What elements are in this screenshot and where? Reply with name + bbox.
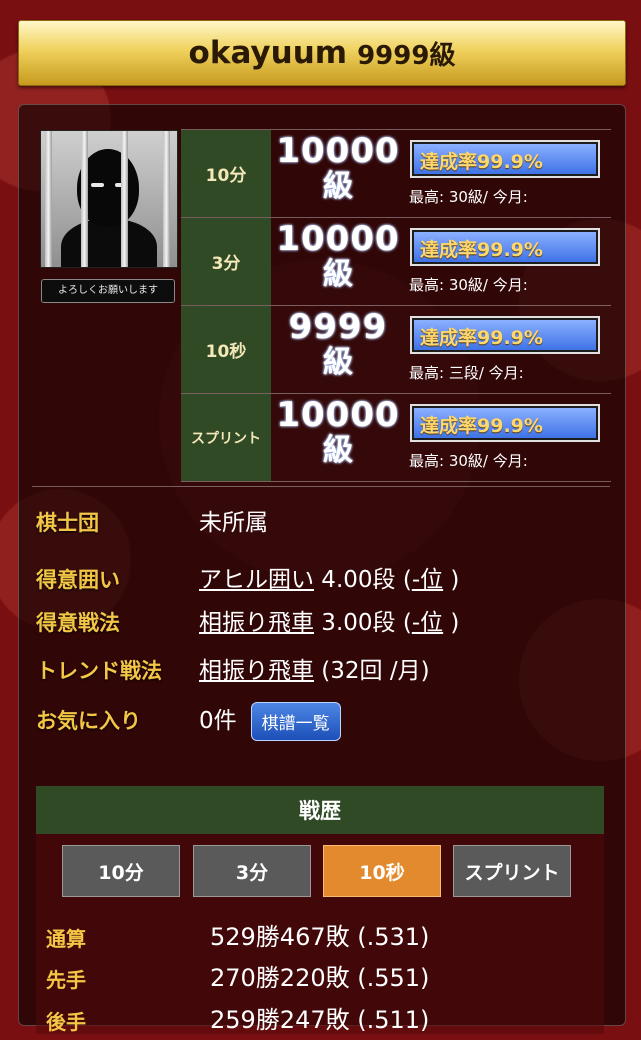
trend-link[interactable]: 相振り飛車 — [199, 658, 314, 684]
strategy-row: 得意戦法 相振り飛車 3.00段 (-位 ) — [36, 603, 596, 643]
mode-label: 10分 — [181, 130, 271, 217]
rank-row-sprint[interactable]: スプリント 10000 級 達成率99.9% 最高: 30級/ 今月: — [181, 394, 611, 482]
mode-label: 10秒 — [181, 306, 271, 393]
stat-value: 270勝220敗 (.551) — [210, 964, 430, 992]
rank-value: 9999 級 — [288, 307, 388, 380]
stat-value: 259勝247敗 (.511) — [210, 1006, 430, 1034]
username: okayuum — [188, 35, 348, 71]
team-value: 未所属 — [199, 510, 268, 536]
stat-value: 529勝467敗 (.531) — [210, 923, 430, 951]
avatar — [40, 130, 178, 268]
rank-table: 10分 10000 級 達成率99.9% 最高: 30級/ 今月: 3分 1000… — [181, 129, 611, 482]
tab-10sec[interactable]: 10秒 — [323, 845, 441, 897]
favorites-value: 0件 棋譜一覧 — [199, 701, 341, 741]
tab-10min[interactable]: 10分 — [62, 845, 180, 897]
castle-link[interactable]: アヒル囲い — [199, 567, 314, 593]
castle-row: 得意囲い アヒル囲い 4.00段 (-位 ) — [36, 560, 596, 600]
trend-label: トレンド戦法 — [36, 659, 162, 683]
rank-row-10min[interactable]: 10分 10000 級 達成率99.9% 最高: 30級/ 今月: — [181, 129, 611, 218]
trend-value: 相振り飛車 (32回 /月) — [199, 658, 430, 684]
strategy-link[interactable]: 相振り飛車 — [199, 610, 314, 636]
mode-label: 3分 — [181, 218, 271, 305]
stat-label: 後手 — [46, 1010, 86, 1034]
rank-value: 10000 級 — [276, 131, 400, 204]
stat-sente: 先手 270勝220敗 (.551) — [46, 958, 606, 998]
strategy-value: 相振り飛車 3.00段 (-位 ) — [199, 610, 460, 636]
overall-rank: 9999級 — [357, 40, 456, 71]
tab-3min[interactable]: 3分 — [193, 845, 311, 897]
favorites-label: お気に入り — [36, 709, 141, 733]
tab-sprint[interactable]: スプリント — [453, 845, 571, 897]
kifu-list-button[interactable]: 棋譜一覧 — [250, 702, 341, 741]
strategy-rank-link[interactable]: -位 — [412, 610, 443, 636]
team-row: 棋士団 未所属 — [36, 503, 596, 543]
profile-header: okayuum 9999級 — [18, 20, 626, 86]
divider — [32, 486, 610, 487]
rank-row-3min[interactable]: 3分 10000 級 達成率99.9% 最高: 30級/ 今月: — [181, 218, 611, 306]
achievement-badge: 達成率99.9% — [410, 228, 600, 266]
trend-row: トレンド戦法 相振り飛車 (32回 /月) — [36, 651, 596, 691]
greeting-message: よろしくお願いします — [41, 279, 175, 303]
best-rank-text: 最高: 30級/ 今月: — [409, 188, 528, 206]
stat-label: 通算 — [46, 927, 86, 951]
rank-value: 10000 級 — [276, 395, 400, 468]
rank-row-10sec[interactable]: 10秒 9999 級 達成率99.9% 最高: 三段/ 今月: — [181, 306, 611, 394]
best-rank-text: 最高: 三段/ 今月: — [409, 364, 524, 382]
favorites-row: お気に入り 0件 棋譜一覧 — [36, 701, 596, 741]
stat-gote: 後手 259勝247敗 (.511) — [46, 1000, 606, 1040]
achievement-badge: 達成率99.9% — [410, 404, 600, 442]
mode-label: スプリント — [181, 394, 271, 481]
strategy-label: 得意戦法 — [36, 611, 120, 635]
castle-value: アヒル囲い 4.00段 (-位 ) — [199, 567, 460, 593]
achievement-badge: 達成率99.9% — [410, 140, 600, 178]
achievement-badge: 達成率99.9% — [410, 316, 600, 354]
best-rank-text: 最高: 30級/ 今月: — [409, 452, 528, 470]
best-rank-text: 最高: 30級/ 今月: — [409, 276, 528, 294]
rank-value: 10000 級 — [276, 219, 400, 292]
team-label: 棋士団 — [36, 511, 99, 535]
stat-label: 先手 — [46, 968, 86, 992]
stat-total: 通算 529勝467敗 (.531) — [46, 917, 606, 957]
castle-label: 得意囲い — [36, 568, 120, 592]
castle-rank-link[interactable]: -位 — [412, 567, 443, 593]
record-title: 戦歴 — [36, 786, 604, 834]
